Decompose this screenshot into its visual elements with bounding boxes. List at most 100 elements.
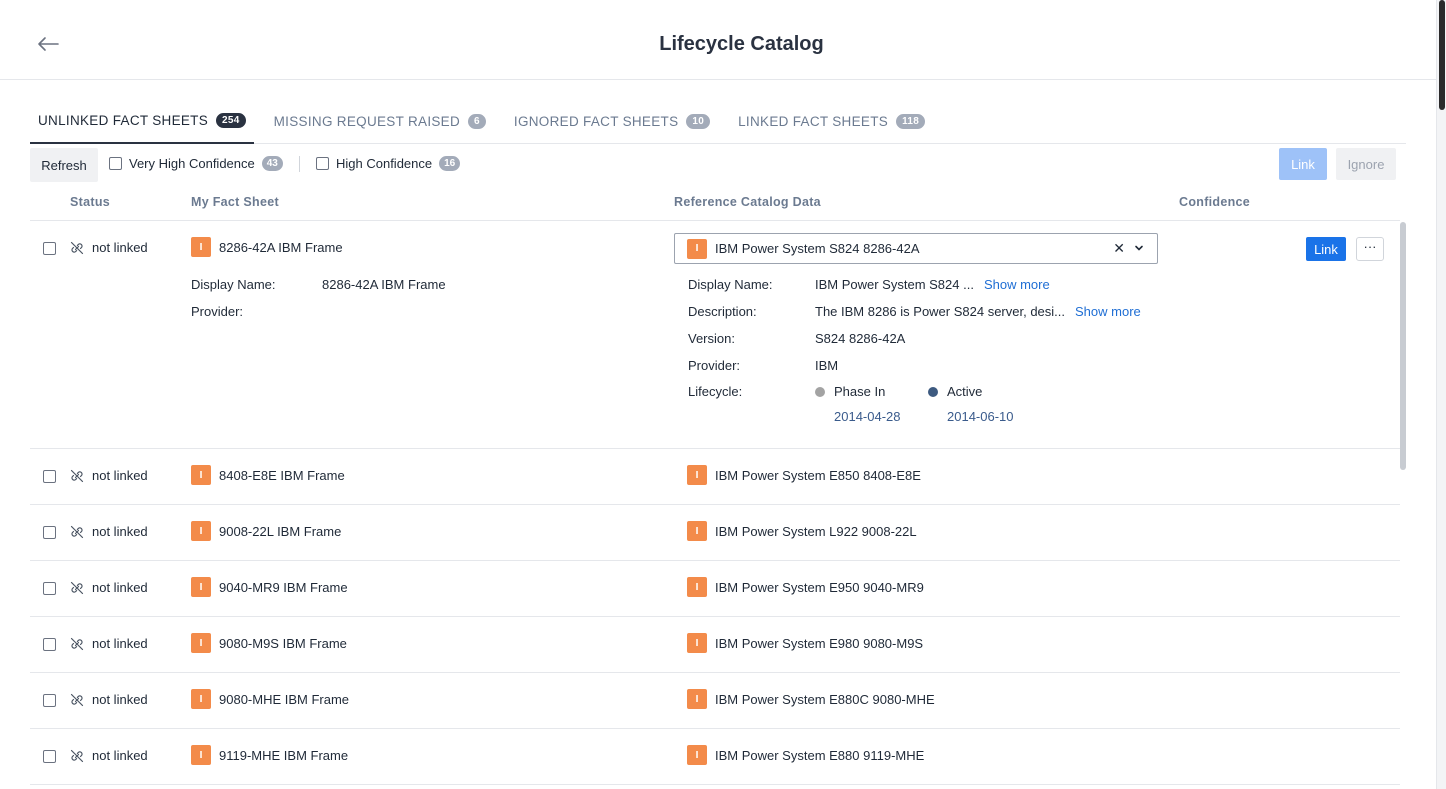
fact-provider-label: Provider:	[191, 304, 244, 319]
fact-sheet-name[interactable]: 8408-E8E IBM Frame	[219, 468, 345, 483]
fact-sheet-name[interactable]: 9119-MHE IBM Frame	[219, 748, 348, 763]
reference-cell[interactable]: I IBM Power System E880C 9080-MHE	[687, 689, 935, 709]
lifecycle-active: Active	[928, 384, 982, 399]
divider	[299, 156, 300, 172]
fact-sheet-cell[interactable]: I 9040-MR9 IBM Frame	[191, 577, 348, 597]
tab-missing-request-raised[interactable]: MISSING REQUEST RAISED 6	[266, 98, 494, 144]
active-date: 2014-06-10	[947, 409, 1014, 424]
count-badge: 16	[439, 156, 461, 171]
fact-sheet-name[interactable]: 8286-42A IBM Frame	[219, 240, 343, 255]
fact-sheet-type-icon: I	[191, 237, 211, 257]
window-scrollbar-thumb[interactable]	[1439, 0, 1445, 110]
reference-name[interactable]: IBM Power System E950 9040-MR9	[715, 580, 924, 595]
lifecycle-phase-in: Phase In	[815, 384, 885, 399]
reference-cell[interactable]: I IBM Power System E850 8408-E8E	[687, 465, 921, 485]
table-row[interactable]: not linked I 9040-MR9 IBM Frame I IBM Po…	[30, 561, 1400, 617]
window-scrollbar[interactable]	[1436, 0, 1446, 789]
column-header-reference[interactable]: Reference Catalog Data	[674, 195, 821, 209]
table-row[interactable]: not linked I 9008-22L IBM Frame I IBM Po…	[30, 505, 1400, 561]
chevron-down-icon[interactable]	[1133, 242, 1145, 254]
table-row[interactable]: not linked I 9119-MHE IBM Frame I IBM Po…	[30, 729, 1400, 785]
fact-sheet-cell[interactable]: I 9119-MHE IBM Frame	[191, 745, 348, 765]
row-checkbox[interactable]	[43, 750, 56, 763]
more-options-button[interactable]: ···	[1356, 237, 1384, 261]
fact-sheet-name[interactable]: 9040-MR9 IBM Frame	[219, 580, 348, 595]
table-row[interactable]: not linked I 9080-MHE IBM Frame I IBM Po…	[30, 673, 1400, 729]
fact-sheet-cell[interactable]: I 8286-42A IBM Frame	[191, 237, 343, 257]
row-checkbox[interactable]	[43, 638, 56, 651]
status-cell: not linked	[70, 524, 148, 539]
status-text: not linked	[92, 524, 148, 539]
refresh-button[interactable]: Refresh	[30, 148, 98, 182]
link-row-button[interactable]: Link	[1306, 237, 1346, 261]
column-header-confidence[interactable]: Confidence	[1179, 195, 1250, 209]
very-high-confidence-checkbox[interactable]	[109, 157, 122, 170]
reference-name[interactable]: IBM Power System E880C 9080-MHE	[715, 692, 935, 707]
fact-display-name-label: Display Name:	[191, 277, 276, 292]
row-checkbox[interactable]	[43, 470, 56, 483]
tab-linked-fact-sheets[interactable]: LINKED FACT SHEETS 118	[730, 98, 933, 144]
active-dot	[928, 387, 938, 397]
ref-version-value: S824 8286-42A	[815, 331, 906, 346]
status-text: not linked	[92, 692, 148, 707]
ref-description-field: The IBM 8286 is Power S824 server, desi.…	[815, 304, 1141, 319]
tab-label: UNLINKED FACT SHEETS	[38, 112, 209, 128]
reference-select[interactable]: I IBM Power System S824 8286-42A ✕	[674, 233, 1158, 264]
fact-sheet-name[interactable]: 9080-MHE IBM Frame	[219, 692, 349, 707]
link-off-icon	[70, 693, 84, 706]
reference-name[interactable]: IBM Power System E980 9080-M9S	[715, 636, 923, 651]
fact-sheet-name[interactable]: 9080-M9S IBM Frame	[219, 636, 347, 651]
fact-sheet-cell[interactable]: I 9080-MHE IBM Frame	[191, 689, 349, 709]
status-text: not linked	[92, 580, 148, 595]
table-row[interactable]: not linked I 8408-E8E IBM Frame I IBM Po…	[30, 449, 1400, 505]
filter-label: Very High Confidence	[129, 156, 255, 171]
table-row[interactable]: not linked I 9080-M9S IBM Frame I IBM Po…	[30, 617, 1400, 673]
reference-type-icon: I	[687, 521, 707, 541]
show-more-link[interactable]: Show more	[984, 277, 1050, 292]
ref-display-name-field: IBM Power System S824 ... Show more	[815, 277, 1050, 292]
column-header-status[interactable]: Status	[70, 195, 110, 209]
fact-sheet-type-icon: I	[191, 465, 211, 485]
tab-unlinked-fact-sheets[interactable]: UNLINKED FACT SHEETS 254	[30, 98, 254, 144]
count-badge: 10	[686, 113, 711, 129]
link-selected-button[interactable]: Link	[1279, 148, 1327, 180]
page-header: Lifecycle Catalog	[0, 0, 1436, 80]
link-off-icon	[70, 525, 84, 538]
link-off-icon	[70, 581, 84, 594]
ignore-selected-button[interactable]: Ignore	[1336, 148, 1396, 180]
high-confidence-filter[interactable]: High Confidence 16	[316, 156, 461, 171]
row-checkbox[interactable]	[43, 242, 56, 255]
status-text: not linked	[92, 636, 148, 651]
reference-cell[interactable]: I IBM Power System E980 9080-M9S	[687, 633, 923, 653]
reference-cell[interactable]: I IBM Power System E950 9040-MR9	[687, 577, 924, 597]
reference-name[interactable]: IBM Power System E880 9119-MHE	[715, 748, 924, 763]
tab-label: IGNORED FACT SHEETS	[513, 113, 679, 129]
row-checkbox[interactable]	[43, 694, 56, 707]
ref-display-name-value: IBM Power System S824 ...	[815, 277, 974, 292]
phase-in-dot	[815, 387, 825, 397]
show-more-link[interactable]: Show more	[1075, 304, 1141, 319]
table-row-expanded[interactable]: not linked I 8286-42A IBM Frame Display …	[30, 221, 1400, 449]
close-icon[interactable]: ✕	[1113, 240, 1125, 257]
link-off-icon	[70, 637, 84, 650]
fact-sheet-name[interactable]: 9008-22L IBM Frame	[219, 524, 341, 539]
list-scrollbar[interactable]	[1400, 222, 1406, 470]
fact-sheet-cell[interactable]: I 9080-M9S IBM Frame	[191, 633, 347, 653]
column-header-my-fact-sheet[interactable]: My Fact Sheet	[191, 195, 279, 209]
status-cell: not linked	[70, 580, 148, 595]
reference-name[interactable]: IBM Power System L922 9008-22L	[715, 524, 917, 539]
very-high-confidence-filter[interactable]: Very High Confidence 43	[109, 156, 283, 171]
link-off-icon	[70, 241, 84, 254]
reference-cell[interactable]: I IBM Power System L922 9008-22L	[687, 521, 917, 541]
reference-name[interactable]: IBM Power System E850 8408-E8E	[715, 468, 921, 483]
count-badge: 6	[468, 113, 486, 129]
row-checkbox[interactable]	[43, 526, 56, 539]
fact-sheet-cell[interactable]: I 8408-E8E IBM Frame	[191, 465, 345, 485]
reference-cell[interactable]: I IBM Power System E880 9119-MHE	[687, 745, 924, 765]
row-checkbox[interactable]	[43, 582, 56, 595]
status-cell: not linked	[70, 636, 148, 651]
tab-label: MISSING REQUEST RAISED	[273, 113, 461, 129]
tab-ignored-fact-sheets[interactable]: IGNORED FACT SHEETS 10	[506, 98, 718, 144]
high-confidence-checkbox[interactable]	[316, 157, 329, 170]
fact-sheet-cell[interactable]: I 9008-22L IBM Frame	[191, 521, 341, 541]
